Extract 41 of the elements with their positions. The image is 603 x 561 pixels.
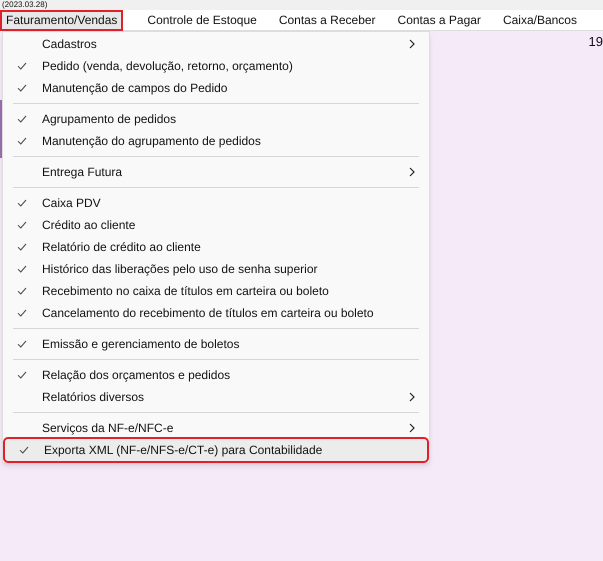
- chevron-right-icon: [409, 423, 415, 433]
- chevron-right-icon: [409, 167, 415, 177]
- checkmark-icon: [17, 221, 27, 229]
- chevron-right-icon: [409, 392, 415, 402]
- menu-item[interactable]: Cancelamento do recebimento de títulos em carteira ou boleto: [3, 302, 429, 324]
- menu-item[interactable]: Recebimento no caixa de títulos em carteira ou boleto: [3, 280, 429, 302]
- menu-item[interactable]: Agrupamento de pedidos: [3, 108, 429, 130]
- menu-item[interactable]: Pedido (venda, devolução, retorno, orçamento): [3, 55, 429, 77]
- checkmark-icon: [17, 84, 27, 92]
- checkmark-icon: [19, 446, 29, 454]
- chevron-right-icon: [409, 39, 415, 49]
- checkmark-icon: [17, 115, 27, 123]
- checkmark-icon: [17, 371, 27, 379]
- menu-bar-item[interactable]: Contas a Pagar: [392, 10, 487, 30]
- menu-item[interactable]: Relatórios diversos: [3, 386, 429, 408]
- checkmark-icon: [17, 309, 27, 317]
- checkmark-icon: [17, 265, 27, 273]
- menu-bar-item[interactable]: Faturamento/Vendas: [0, 10, 124, 30]
- checkmark-icon: [17, 137, 27, 145]
- checkmark-icon: [17, 243, 27, 251]
- version-text: (2023.03.28): [2, 0, 48, 10]
- menu-item[interactable]: Histórico das liberações pelo uso de senha superior: [3, 258, 429, 280]
- menu-item[interactable]: Caixa PDV: [3, 192, 429, 214]
- checkmark-icon: [17, 199, 27, 207]
- date-text: 19: [588, 33, 603, 51]
- checkmark-icon: [17, 340, 27, 348]
- menu-bar-item[interactable]: Caixa/Bancos: [496, 10, 583, 30]
- menu-item[interactable]: Relação dos orçamentos e pedidos: [3, 364, 429, 386]
- menu-item[interactable]: Cadastros: [3, 33, 429, 55]
- menu-bar-item[interactable]: Controle de Estoque: [141, 10, 263, 30]
- menu-item[interactable]: Entrega Futura: [3, 161, 429, 183]
- menu-bar-item[interactable]: Contas a Receber: [272, 10, 382, 30]
- menu-item[interactable]: Relatório de crédito ao cliente: [3, 236, 429, 258]
- menu-item[interactable]: Exporta XML (NF-e/NFS-e/CT-e) para Contabilidade: [5, 439, 427, 461]
- menu-item[interactable]: Crédito ao cliente: [3, 214, 429, 236]
- checkmark-icon: [17, 62, 27, 70]
- menu-item[interactable]: Manutenção de campos do Pedido: [3, 77, 429, 99]
- checkmark-icon: [17, 287, 27, 295]
- menu-item[interactable]: Emissão e gerenciamento de boletos: [3, 333, 429, 355]
- menu-item[interactable]: Manutenção do agrupamento de pedidos: [3, 130, 429, 152]
- menu-item[interactable]: Serviços da NF-e/NFC-e: [3, 417, 429, 439]
